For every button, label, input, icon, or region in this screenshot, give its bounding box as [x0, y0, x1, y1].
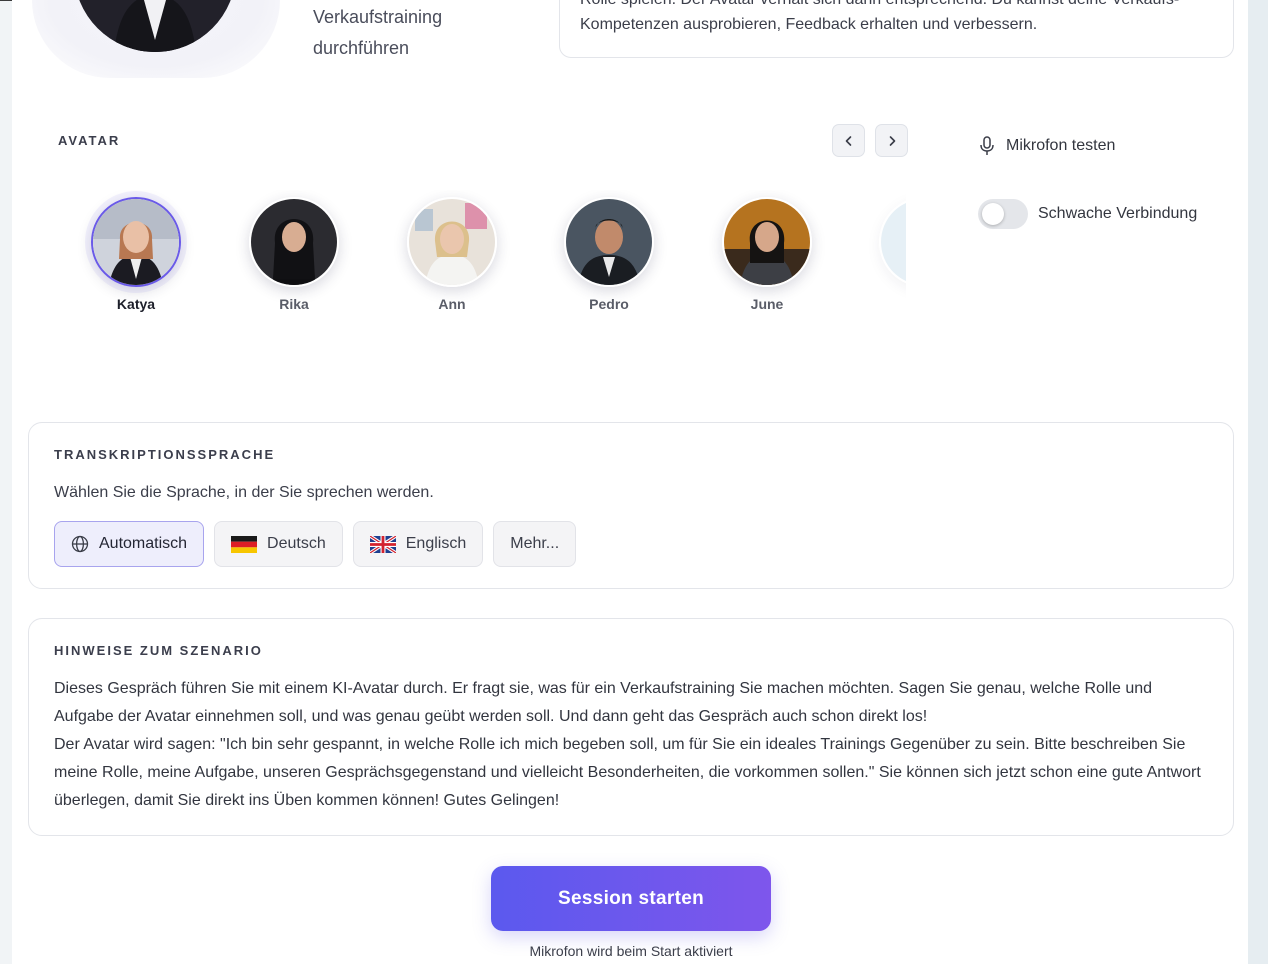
weak-connection-toggle[interactable] [978, 199, 1028, 229]
language-heading: TRANSKRIPTIONSSPRACHE [54, 447, 276, 462]
avatar-section-heading: AVATAR [58, 133, 121, 148]
hints-body: Dieses Gespräch führen Sie mit einem KI-… [54, 675, 1204, 815]
avatar-photo [879, 197, 906, 287]
avatar-option-rika[interactable]: Rika [234, 190, 354, 312]
mic-test-label: Mikrofon testen [1006, 137, 1116, 154]
avatar-photo [722, 197, 812, 287]
language-option-label: Automatisch [99, 535, 188, 552]
uk-flag-icon [369, 535, 396, 553]
avatar-option-partial[interactable]: E [864, 190, 906, 312]
weak-connection-label: Schwache Verbindung [1038, 205, 1198, 222]
start-note: Mikrofon wird beim Start aktiviert [529, 943, 733, 959]
avatar-photo [407, 197, 497, 287]
language-option-german[interactable]: Deutsch [214, 521, 343, 567]
avatar-option-katya[interactable]: Katya [76, 190, 196, 312]
avatar-option-pedro[interactable]: Pedro [549, 190, 669, 312]
avatar-name: June [750, 296, 784, 312]
avatar-name: E [864, 296, 906, 312]
avatar-name: Pedro [589, 296, 629, 312]
hints-paragraph: Der Avatar wird sagen: "Ich bin sehr ges… [54, 736, 1201, 809]
avatar-option-ann[interactable]: Ann [392, 190, 512, 312]
transcription-language-card: TRANSKRIPTIONSSPRACHE Wählen Sie die Spr… [28, 422, 1234, 589]
mic-test-button[interactable]: Mikrofon testen [978, 136, 1115, 156]
scenario-title: Verkaufstraining durchführen [313, 7, 443, 58]
avatar-name: Ann [438, 296, 466, 312]
language-option-english[interactable]: Englisch [352, 521, 484, 567]
avatar-next-button[interactable] [875, 124, 908, 157]
language-subtitle: Wählen Sie die Sprache, in der Sie sprec… [54, 484, 434, 501]
language-option-label: Mehr... [510, 535, 560, 552]
scenario-description-box: Rolle spielen. Der Avatar verhält sich d… [559, 0, 1234, 58]
chevron-right-icon [889, 135, 895, 146]
hints-heading: HINWEISE ZUM SZENARIO [54, 643, 263, 658]
language-option-automatic[interactable]: Automatisch [54, 521, 205, 567]
chevron-left-icon [845, 135, 851, 146]
scenario-description-cut-line: Rolle spielen. Der Avatar verhält sich d… [580, 0, 1220, 9]
avatar-photo [249, 197, 339, 287]
language-options: Automatisch Deutsch Englisch Mehr... [54, 521, 577, 567]
weak-connection-setting: Schwache Verbindung [978, 199, 1197, 229]
language-option-label: Deutsch [267, 535, 326, 552]
scenario-description-line: Kompetenzen ausprobieren, Feedback erhal… [580, 16, 1038, 33]
avatar-prev-button[interactable] [832, 124, 865, 157]
avatar-name: Rika [279, 296, 309, 312]
avatar-option-june[interactable]: June [707, 190, 827, 312]
avatar-name: Katya [116, 296, 156, 312]
globe-icon [71, 535, 89, 553]
language-option-more[interactable]: Mehr... [493, 521, 577, 567]
hints-paragraph: Dieses Gespräch führen Sie mit einem KI-… [54, 680, 1153, 725]
scenario-hints-card: HINWEISE ZUM SZENARIO Dieses Gespräch fü… [28, 618, 1234, 836]
microphone-icon [980, 136, 994, 155]
avatar-photo [564, 197, 654, 287]
start-session-button[interactable]: Session starten [491, 866, 771, 931]
language-option-label: Englisch [405, 535, 467, 552]
page-scroll-gutter [1248, 0, 1268, 964]
german-flag-icon [231, 535, 258, 553]
avatar-photo [91, 197, 181, 287]
toggle-knob [982, 203, 1004, 225]
avatar-carousel: Katya Rika Ann Pedro June [58, 190, 906, 320]
